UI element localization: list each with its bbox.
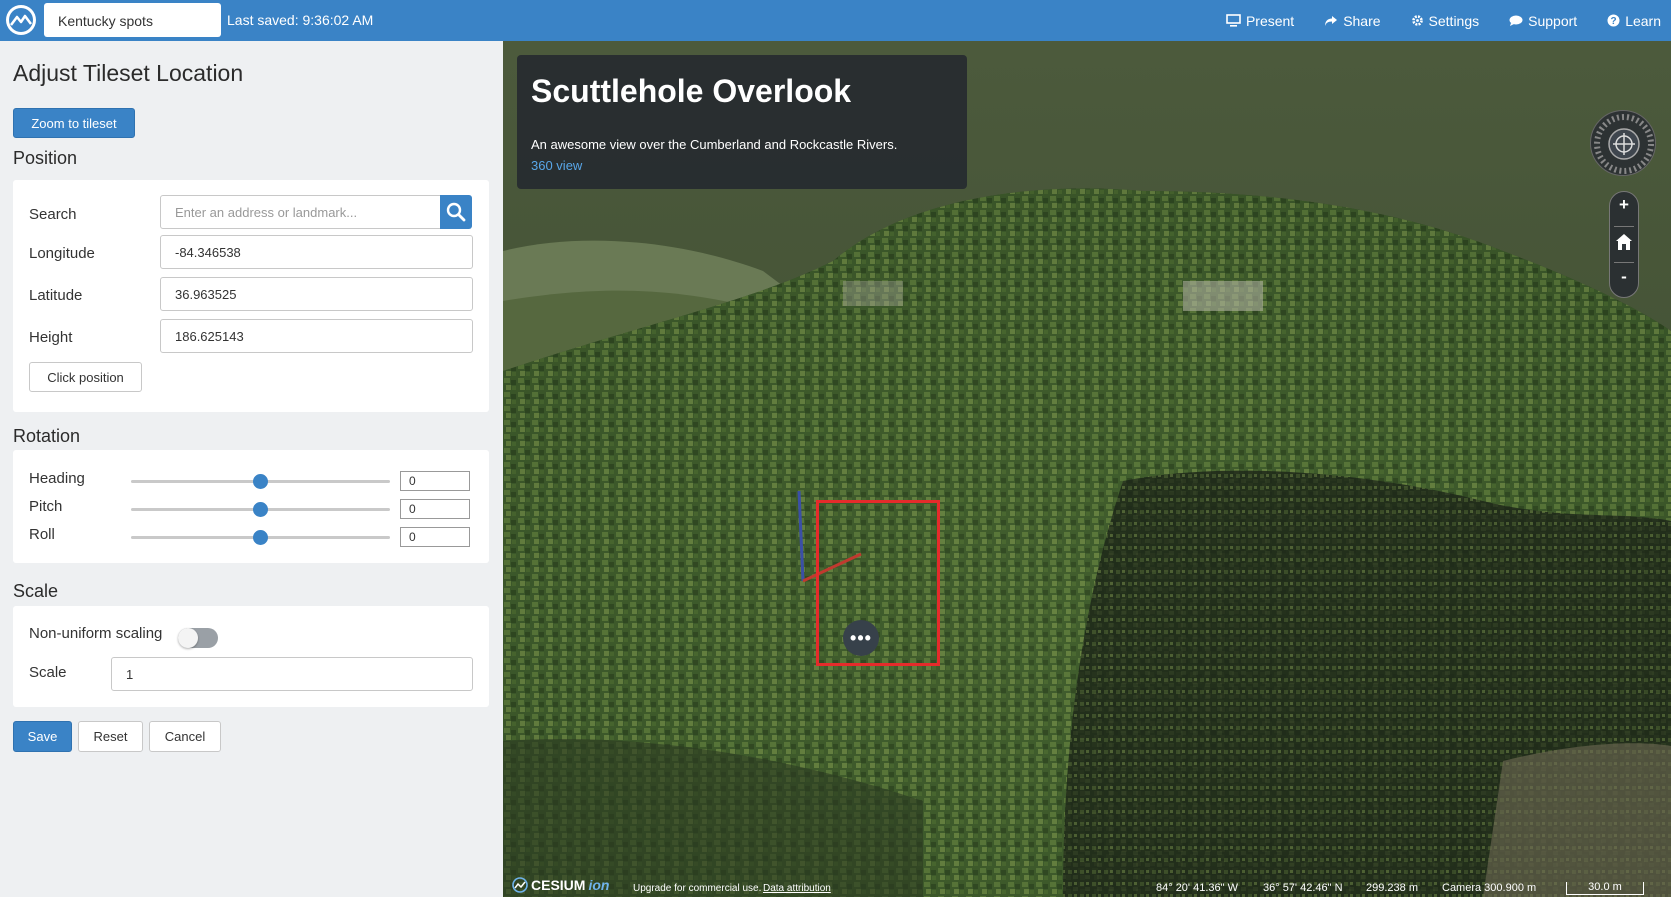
present-label: Present [1245, 12, 1295, 29]
settings-label: Settings [1428, 12, 1480, 29]
latitude-label: Latitude [29, 287, 83, 304]
map-footer: CESIUM ion Upgrade for commercial use. D… [503, 871, 1671, 897]
pitch-slider-thumb[interactable] [253, 502, 268, 517]
pitch-label: Pitch [29, 498, 63, 515]
height-input[interactable]: 186.625143 [160, 319, 473, 353]
home-icon [1616, 234, 1632, 250]
longitude-readout: 84° 20' 41.36" W [1156, 882, 1238, 894]
present-link[interactable]: Present [1226, 13, 1294, 29]
story-card: Scuttlehole Overlook An awesome view ove… [517, 55, 967, 189]
zoom-control: + - [1609, 191, 1639, 298]
search-input[interactable]: Enter an address or landmark... [160, 195, 443, 229]
project-name-field[interactable]: Kentucky spots [44, 3, 221, 37]
elevation-readout: 299.238 m [1366, 882, 1418, 894]
roll-slider-thumb[interactable] [253, 530, 268, 545]
search-button[interactable] [440, 195, 472, 229]
story-description: An awesome view over the Cumberland and … [531, 137, 898, 152]
question-circle-icon: ? [1607, 14, 1620, 27]
scale-section-title: Scale [13, 581, 59, 601]
learn-link[interactable]: ? Learn [1607, 13, 1661, 29]
zoom-divider [1614, 226, 1634, 227]
roll-input[interactable]: 0 [400, 527, 470, 547]
app-logo-icon[interactable] [6, 5, 36, 35]
save-button[interactable]: Save [13, 721, 72, 752]
share-label: Share [1343, 12, 1381, 29]
heading-slider-thumb[interactable] [253, 474, 268, 489]
last-saved-status: Last saved: 9:36:02 AM [227, 12, 374, 28]
heading-input[interactable]: 0 [400, 471, 470, 491]
nonuniform-scaling-label: Non-uniform scaling [29, 625, 163, 642]
top-nav: Present Share Settings Support ? Learn [1196, 0, 1661, 41]
home-button[interactable] [1615, 232, 1633, 254]
cesium-ion-text: ion [588, 877, 610, 893]
panel-title: Adjust Tileset Location [13, 60, 244, 86]
zoom-out-button[interactable]: - [1610, 267, 1638, 287]
rotation-card: Heading 0 Pitch 0 Roll 0 [13, 450, 489, 563]
story-title: Scuttlehole Overlook [531, 73, 852, 109]
pitch-input[interactable]: 0 [400, 499, 470, 519]
longitude-input[interactable]: -84.346538 [160, 235, 473, 269]
settings-link[interactable]: Settings [1411, 12, 1480, 29]
share-link[interactable]: Share [1324, 12, 1381, 29]
cesium-logo-text: CESIUM [531, 877, 586, 893]
data-attribution-link[interactable]: Data attribution [763, 883, 831, 894]
more-options-button[interactable]: ••• [843, 620, 879, 656]
position-card: Search Enter an address or landmark... L… [13, 180, 489, 412]
scale-card: Non-uniform scaling Scale 1 [13, 606, 489, 707]
search-icon [446, 202, 466, 222]
compass-icon [1594, 114, 1654, 174]
position-section-title: Position [13, 148, 78, 168]
camera-height-readout: Camera 300.900 m [1442, 882, 1537, 894]
top-bar: Kentucky spots Last saved: 9:36:02 AM Pr… [0, 0, 1671, 41]
cesium-logo-icon [512, 877, 528, 893]
nonuniform-scaling-toggle[interactable] [178, 628, 218, 648]
support-link[interactable]: Support [1509, 13, 1577, 29]
learn-label: Learn [1625, 12, 1661, 29]
rotation-section-title: Rotation [13, 426, 81, 446]
adjust-tileset-panel: Adjust Tileset Location Zoom to tileset … [0, 41, 503, 897]
latitude-input[interactable]: 36.963525 [160, 277, 473, 311]
svg-text:?: ? [1611, 16, 1617, 27]
height-label: Height [29, 329, 73, 346]
support-label: Support [1528, 12, 1578, 29]
longitude-label: Longitude [29, 245, 95, 262]
cesium-ion-logo: CESIUM ion [512, 877, 609, 893]
distance-scale-bar: 30.0 m [1566, 882, 1644, 895]
compass-control[interactable] [1590, 110, 1656, 176]
zoom-to-tileset-button[interactable]: Zoom to tileset [13, 108, 135, 138]
chat-bubble-icon [1509, 15, 1523, 26]
map-viewer[interactable]: Scuttlehole Overlook An awesome view ove… [503, 41, 1671, 897]
toggle-knob [178, 628, 198, 648]
monitor-icon [1226, 14, 1241, 27]
latitude-readout: 36° 57' 42.46" N [1263, 882, 1343, 894]
upgrade-text: Upgrade for commercial use. [633, 883, 762, 894]
story-360-link[interactable]: 360 view [531, 158, 582, 173]
click-position-button[interactable]: Click position [29, 362, 142, 392]
search-label: Search [29, 206, 77, 223]
scale-input[interactable]: 1 [111, 657, 473, 691]
heading-label: Heading [29, 470, 85, 487]
zoom-in-button[interactable]: + [1610, 195, 1638, 215]
cancel-button[interactable]: Cancel [149, 721, 221, 752]
roll-label: Roll [29, 526, 55, 543]
scale-label: Scale [29, 664, 67, 681]
gear-icon [1411, 15, 1423, 26]
zoom-divider [1614, 262, 1634, 263]
reset-button[interactable]: Reset [78, 721, 143, 752]
share-icon [1325, 15, 1338, 26]
